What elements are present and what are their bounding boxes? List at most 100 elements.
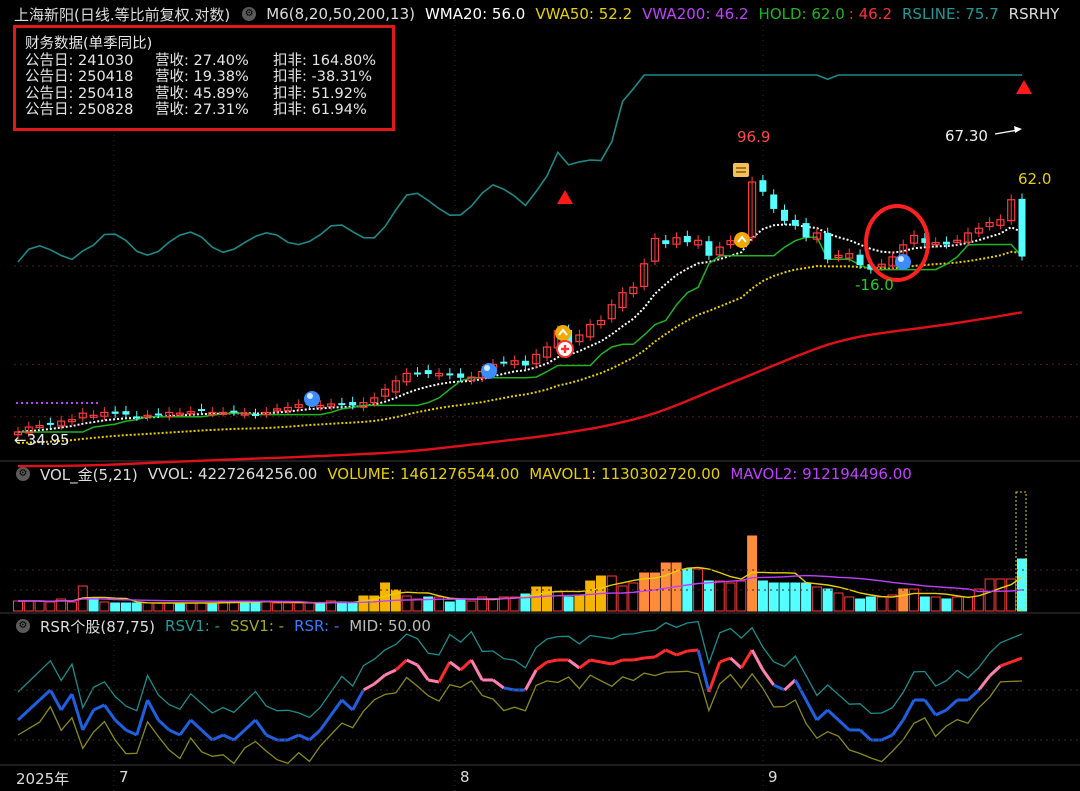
candle-down (424, 370, 432, 375)
rsr-settings-icon[interactable]: ⚙ (16, 619, 30, 633)
x-axis-month-7: 7 (119, 768, 129, 786)
rsr-line-segment (340, 698, 354, 712)
volume-bar (45, 601, 56, 612)
candle-down (111, 411, 119, 414)
volume-bar (250, 601, 261, 612)
volume-bar (336, 601, 347, 612)
revenue-growth: 营收: 45.89% (155, 85, 249, 102)
rsr-line-segment (427, 678, 440, 684)
candle-down (521, 360, 529, 366)
rsr-line-segment (222, 733, 235, 742)
rsr-line-segment (200, 728, 214, 742)
revenue-growth: 营收: 27.40% (155, 52, 249, 69)
volume-bar (628, 582, 639, 612)
low-change-label: -16.0 (855, 276, 894, 294)
rsr-line-segment (826, 708, 840, 722)
candle-down (780, 209, 788, 221)
hold-value: HOLD: 62.0 (758, 5, 845, 23)
rsr-line-segment (373, 673, 387, 686)
rsr-line-segment (644, 655, 656, 660)
rsr-line-segment (578, 658, 592, 670)
volume-indicator-name[interactable]: VOL_金(5,21) (40, 464, 138, 485)
mavol2-value: MAVOL2: 912194496.00 (730, 465, 912, 483)
rsr-line-segment (103, 704, 117, 721)
chart-mode: (日线.等比前复权.对数) (74, 5, 231, 24)
announce-date: 公告日: 241030 (25, 52, 134, 69)
rsr-line-segment (935, 708, 948, 717)
candle-down (705, 241, 713, 256)
buy-signal-icon (895, 254, 911, 270)
strength-marker-icon (555, 325, 571, 341)
volume-bar (585, 580, 596, 612)
volume-bar (736, 580, 747, 612)
volume-bar (963, 596, 974, 612)
revenue-growth: 营收: 27.31% (155, 102, 249, 118)
stock-name: 上海新阳 (14, 5, 75, 24)
rsr-line-segment (837, 718, 851, 732)
rsr-line-segment (319, 714, 333, 731)
rsr-line-segment (676, 649, 688, 657)
x-axis-month-9: 9 (768, 768, 778, 786)
net-profit-growth: 扣非: 51.92% (273, 85, 367, 102)
rsr-line-segment (719, 656, 732, 664)
rsr-line-segment (665, 648, 678, 657)
x-axis-year: 2025年 (16, 770, 70, 788)
volume-bar (952, 596, 963, 612)
volume-bar (347, 602, 358, 612)
rsr-line-segment (761, 669, 775, 686)
indicator-settings-icon[interactable]: ⚙ (242, 7, 257, 21)
rsr-line-segment (59, 693, 74, 711)
rsr-line-segment (168, 728, 181, 737)
start-price-value: 34.95 (26, 431, 70, 449)
ssv1-line (17, 670, 1023, 765)
candle-down (198, 409, 206, 412)
rsr-line-segment (815, 708, 829, 722)
volume-bar (164, 602, 175, 612)
rsr-line-segment (923, 699, 937, 716)
volume-bar (703, 580, 714, 612)
rsr-line-segment (437, 661, 452, 683)
candle-down (133, 416, 141, 419)
volume-bar (455, 598, 466, 612)
volume-bar (909, 588, 920, 612)
volume-bar (261, 600, 272, 612)
volume-bar (196, 602, 207, 612)
volume-bar (768, 582, 779, 612)
financial-row: 公告日: 250418 营收: 19.38% 扣非: -38.31% (25, 69, 392, 86)
candle-down (1018, 198, 1026, 257)
strength-marker-icon (734, 232, 750, 248)
rsr-line-segment (125, 728, 138, 737)
rsr-line-segment (254, 719, 268, 736)
financial-data-box: 财务数据(单季同比) 公告日: 241030 营收: 27.40% 扣非: 16… (13, 25, 395, 131)
rsr-line-segment (535, 660, 548, 672)
rsr-line-segment (298, 733, 311, 742)
rsr-line-segment (600, 660, 613, 666)
rsr-indicator-name[interactable]: RSR个股(87,75) (40, 616, 155, 637)
volume-bar (898, 588, 909, 612)
rsr-line-segment (189, 718, 203, 732)
volume-bar (142, 602, 153, 612)
rsr-value: RSR: - (294, 617, 340, 635)
volume-bar (66, 601, 77, 612)
volume-bar (811, 586, 822, 612)
rsr-line-segment (211, 733, 224, 742)
volume-panel-header: ⚙ VOL_金(5,21) VVOL: 4227264256.00 VOLUME… (14, 463, 922, 485)
volume-bar (88, 597, 99, 612)
volume-bar (574, 594, 585, 612)
rsr-line-segment (881, 733, 894, 742)
volume-settings-icon[interactable]: ⚙ (16, 467, 30, 481)
volume-bar (876, 596, 887, 612)
rsr-line-segment (783, 678, 797, 692)
volume-bar (1017, 558, 1027, 612)
indicator-name[interactable]: M6(8,20,50,200,13) (266, 5, 415, 23)
rsr-line-segment (750, 649, 765, 671)
volume-bar (13, 600, 23, 612)
buy-signal-highlight (484, 365, 490, 371)
latest-price-label: 67.30 (945, 127, 988, 145)
volume-bar (282, 602, 293, 612)
vwa200-value: VWA200: 46.2 (642, 5, 749, 23)
volume-bar (131, 602, 142, 612)
volume-bar (779, 582, 790, 612)
start-price-label: ←34.95 (14, 431, 70, 449)
volume-bar (725, 582, 736, 612)
